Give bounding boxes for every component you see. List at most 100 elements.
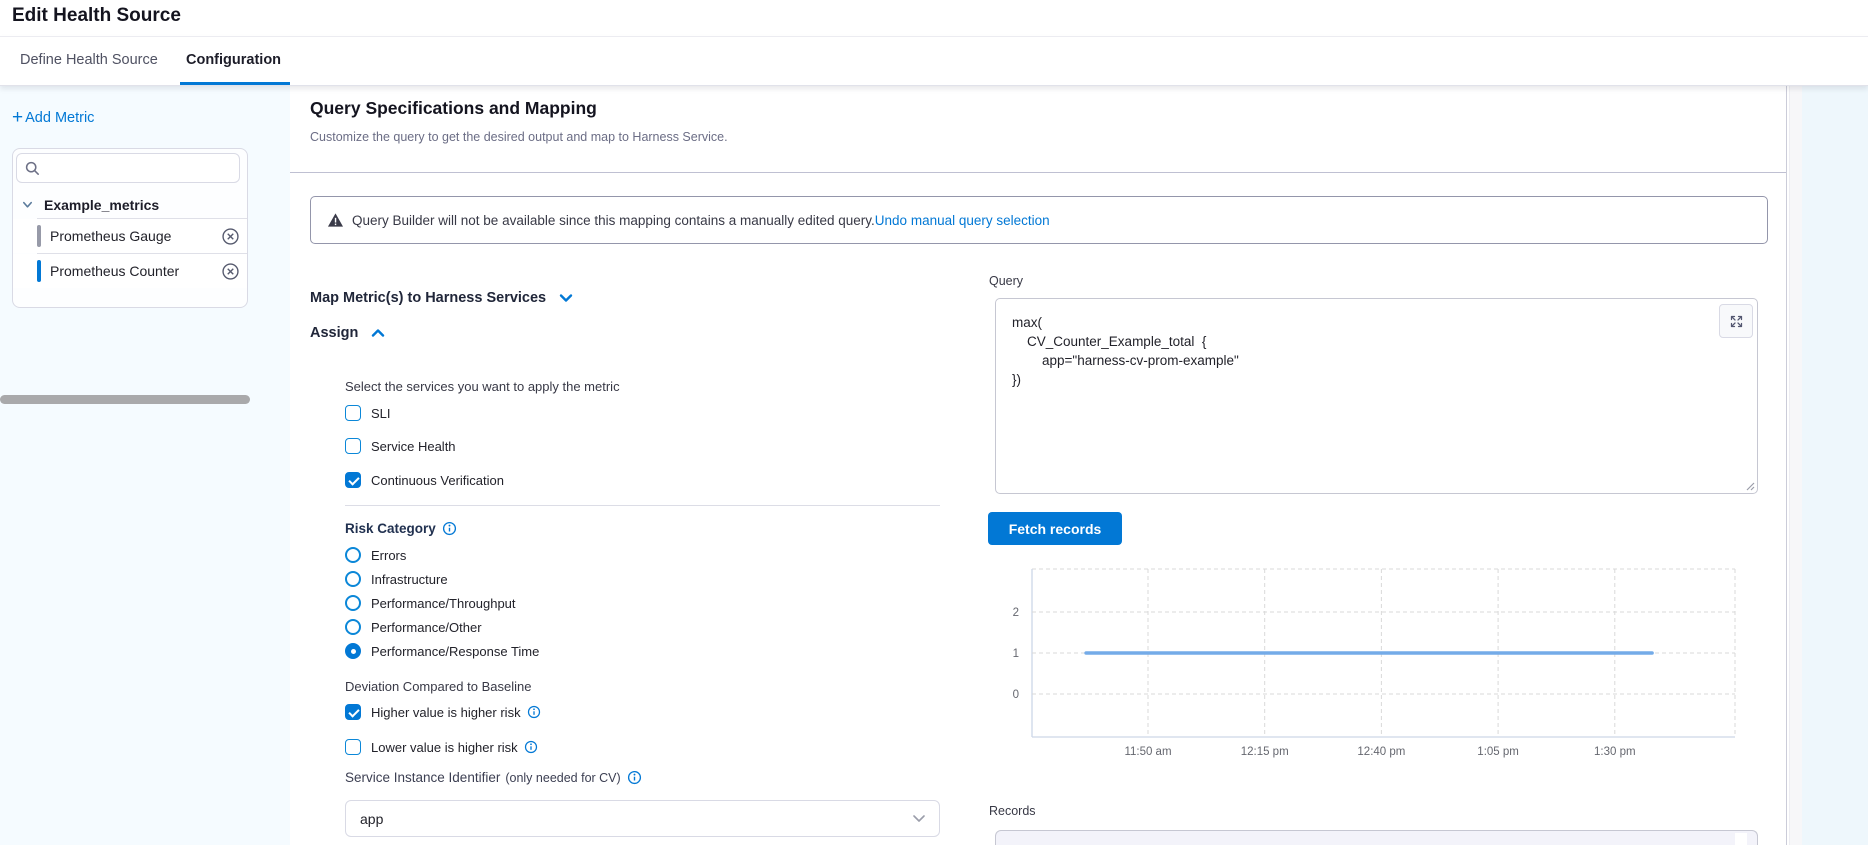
- radio[interactable]: [345, 547, 361, 563]
- radio-errors[interactable]: Errors: [345, 546, 406, 564]
- radio-performance-throughput[interactable]: Performance/Throughput: [345, 594, 516, 612]
- radio-performance-response-time[interactable]: Performance/Response Time: [345, 642, 539, 660]
- tab-define-health-source[interactable]: Define Health Source: [20, 37, 158, 84]
- chevron-up-icon: [370, 325, 386, 341]
- services-label: Select the services you want to apply th…: [345, 379, 620, 394]
- dropdown-value: app: [360, 811, 913, 827]
- checkbox-label: Service Health: [371, 439, 456, 454]
- edit-health-source-page: Edit Health Source Define Health Source …: [0, 0, 1868, 845]
- radio[interactable]: [345, 595, 361, 611]
- section-heading: Query Specifications and Mapping: [310, 98, 597, 119]
- add-metric-button[interactable]: + Add Metric: [12, 110, 94, 126]
- checkbox-label: Higher value is higher risk: [371, 705, 521, 720]
- divider: [345, 505, 940, 506]
- service-instance-dropdown[interactable]: app: [345, 800, 940, 837]
- checkbox-label: Continuous Verification: [371, 473, 504, 488]
- expand-icon: [1729, 314, 1744, 329]
- checkbox[interactable]: [345, 405, 361, 421]
- service-instance-identifier-note: (only needed for CV): [505, 771, 620, 785]
- query-text[interactable]: max( CV_Counter_Example_total { app="har…: [1012, 313, 1757, 389]
- svg-text:1:30 pm: 1:30 pm: [1594, 746, 1636, 758]
- checkbox-lower-value-higher-risk[interactable]: Lower value is higher risk: [345, 738, 538, 756]
- info-icon[interactable]: [527, 705, 541, 719]
- metric-item-prometheus-counter[interactable]: Prometheus Counter: [13, 254, 247, 288]
- records-scrollbar[interactable]: [1735, 833, 1747, 845]
- vertical-scrollbar[interactable]: [1789, 84, 1803, 845]
- circle-x-icon: [222, 263, 239, 280]
- checkbox[interactable]: [345, 472, 361, 488]
- warning-icon: [327, 212, 344, 228]
- info-icon[interactable]: [627, 770, 642, 785]
- selection-bar: [37, 260, 41, 282]
- query-results-chart: 21011:50 am12:15 pm12:40 pm1:05 pm1:30 p…: [1002, 558, 1758, 764]
- checkbox-label: SLI: [371, 406, 391, 421]
- metric-item-prometheus-gauge[interactable]: Prometheus Gauge: [13, 219, 247, 253]
- checkbox[interactable]: [345, 438, 361, 454]
- radio-label: Performance/Other: [371, 620, 482, 635]
- checkbox-sli[interactable]: SLI: [345, 404, 391, 422]
- checkbox-higher-value-higher-risk[interactable]: Higher value is higher risk: [345, 703, 541, 721]
- tab-bar: Define Health Source Configuration: [0, 36, 1868, 86]
- chevron-down-icon: [558, 290, 574, 306]
- remove-metric-button[interactable]: [222, 263, 239, 280]
- checkbox-continuous-verification[interactable]: Continuous Verification: [345, 471, 504, 489]
- deviation-label: Deviation Compared to Baseline: [345, 679, 531, 694]
- radio-infrastructure[interactable]: Infrastructure: [345, 570, 448, 588]
- assign-title: Assign: [310, 325, 358, 341]
- info-icon[interactable]: [524, 740, 538, 754]
- svg-text:12:40 pm: 12:40 pm: [1357, 746, 1405, 758]
- svg-text:1: 1: [1013, 648, 1019, 660]
- checkbox-service-health[interactable]: Service Health: [345, 437, 456, 455]
- search-icon: [25, 161, 40, 176]
- records-label: Records: [989, 804, 1036, 818]
- query-label: Query: [989, 274, 1023, 288]
- divider: [290, 172, 1786, 173]
- metric-search-box[interactable]: [16, 153, 240, 183]
- chevron-down-icon: [21, 198, 34, 211]
- radio[interactable]: [345, 571, 361, 587]
- resize-handle-icon[interactable]: [1745, 481, 1755, 491]
- undo-query-selection-link[interactable]: Undo manual query selection: [875, 213, 1050, 228]
- assign-toggle[interactable]: Assign: [310, 325, 386, 341]
- add-metric-label: Add Metric: [25, 110, 94, 126]
- svg-text:2: 2: [1013, 607, 1019, 619]
- radio-label: Performance/Throughput: [371, 596, 516, 611]
- query-editor[interactable]: max( CV_Counter_Example_total { app="har…: [995, 298, 1758, 494]
- svg-text:12:15 pm: 12:15 pm: [1241, 746, 1289, 758]
- radio-label: Infrastructure: [371, 572, 448, 587]
- metrics-panel: Example_metrics Prometheus Gauge Prometh…: [12, 148, 248, 308]
- risk-category-label: Risk Category: [345, 521, 436, 536]
- checkbox[interactable]: [345, 739, 361, 755]
- active-tab-indicator: [180, 82, 290, 85]
- service-instance-identifier-header: Service Instance Identifier (only needed…: [345, 770, 642, 785]
- radio-label: Performance/Response Time: [371, 644, 539, 659]
- search-input[interactable]: [46, 160, 239, 177]
- map-metrics-title: Map Metric(s) to Harness Services: [310, 290, 546, 306]
- radio-performance-other[interactable]: Performance/Other: [345, 618, 482, 636]
- records-panel[interactable]: [995, 830, 1758, 845]
- metric-item-label: Prometheus Gauge: [50, 228, 222, 244]
- page-title: Edit Health Source: [12, 5, 181, 27]
- tab-configuration[interactable]: Configuration: [186, 37, 281, 84]
- map-metrics-toggle[interactable]: Map Metric(s) to Harness Services: [310, 290, 574, 306]
- checkbox-label: Lower value is higher risk: [371, 740, 518, 755]
- metric-group-name: Example_metrics: [44, 197, 159, 213]
- expand-query-button[interactable]: [1719, 304, 1753, 338]
- circle-x-icon: [222, 228, 239, 245]
- service-instance-identifier-label: Service Instance Identifier: [345, 770, 500, 785]
- warning-text: Query Builder will not be available sinc…: [352, 213, 875, 228]
- risk-category-header: Risk Category: [345, 521, 457, 536]
- remove-metric-button[interactable]: [222, 228, 239, 245]
- radio[interactable]: [345, 619, 361, 635]
- info-icon[interactable]: [442, 521, 457, 536]
- sidebar-horizontal-scrollbar[interactable]: [0, 395, 250, 404]
- checkbox[interactable]: [345, 704, 361, 720]
- metric-item-label: Prometheus Counter: [50, 263, 222, 279]
- metrics-sidebar: + Add Metric Example_metrics Prometheus …: [0, 84, 290, 845]
- query-builder-warning: Query Builder will not be available sinc…: [310, 196, 1768, 244]
- radio[interactable]: [345, 643, 361, 659]
- metric-group-row[interactable]: Example_metrics: [13, 191, 247, 218]
- page-header: Edit Health Source: [0, 0, 1868, 36]
- plus-icon: +: [12, 110, 23, 126]
- fetch-records-button[interactable]: Fetch records: [988, 512, 1122, 545]
